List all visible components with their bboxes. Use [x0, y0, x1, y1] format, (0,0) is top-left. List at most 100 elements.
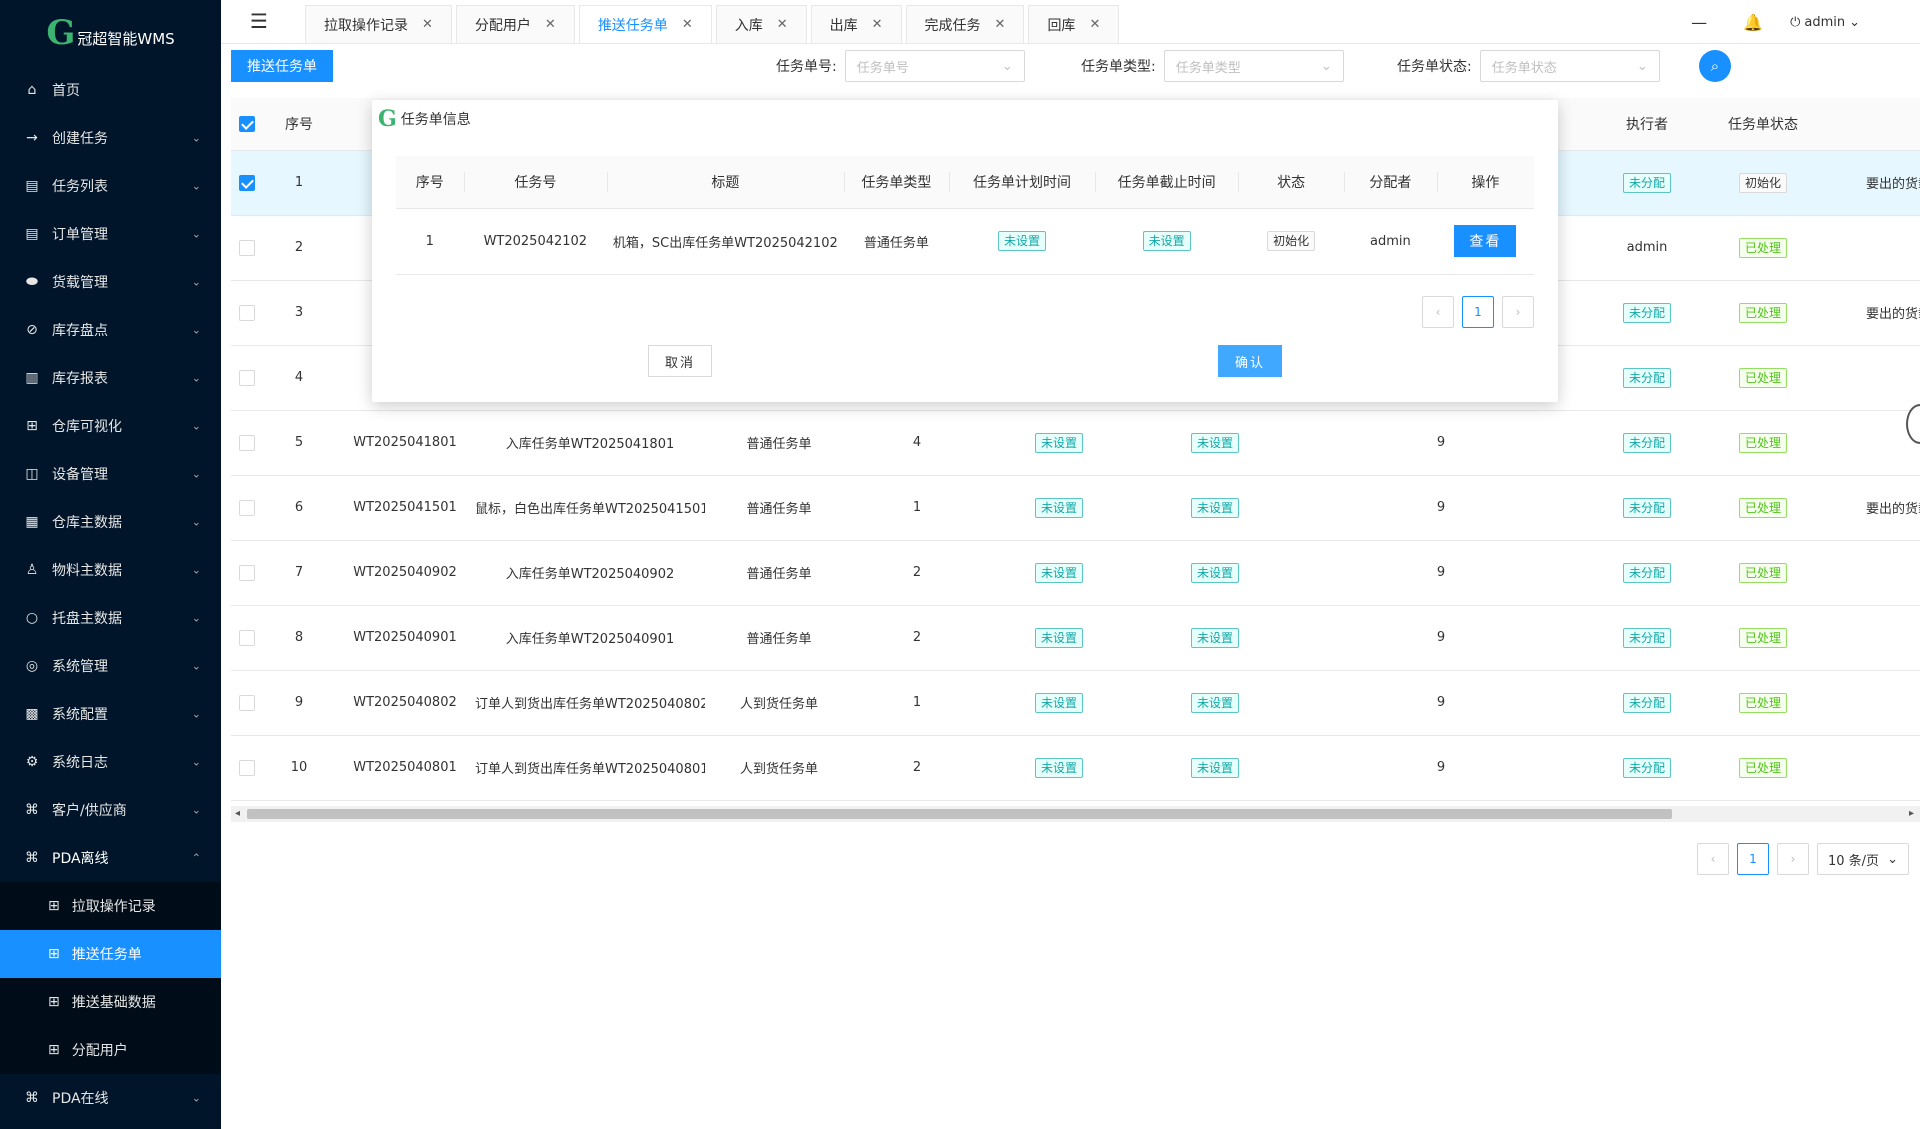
sidebar-item[interactable]: ⌂ 首页: [0, 66, 221, 114]
sidebar-subitem[interactable]: ⊞ 分配用户: [0, 1026, 221, 1074]
cell-seq: 1: [263, 150, 335, 216]
row-select-cell[interactable]: [231, 475, 263, 541]
sidebar-item[interactable]: ⌘ PDA在线 ⌄: [0, 1074, 221, 1122]
scroll-right-icon[interactable]: ▸: [1909, 806, 1914, 822]
select-all-cell[interactable]: [231, 98, 263, 151]
task-type-placeholder: 任务单类型: [1175, 60, 1241, 76]
grid-icon: ⊞: [48, 946, 60, 962]
sidebar-item[interactable]: ⬬ 货载管理 ⌄: [0, 258, 221, 306]
close-icon[interactable]: ✕: [872, 17, 883, 32]
tab-item[interactable]: 出库 ✕: [810, 5, 902, 43]
row-select-cell[interactable]: [231, 150, 263, 216]
horizontal-scrollbar[interactable]: ◂ ▸: [231, 806, 1920, 822]
prev-page-button[interactable]: ‹: [1697, 843, 1729, 875]
cell-remark: 未: [1821, 540, 1920, 606]
close-icon[interactable]: ✕: [995, 17, 1006, 32]
row-checkbox[interactable]: [239, 174, 255, 191]
next-page-button[interactable]: ›: [1777, 843, 1809, 875]
close-icon[interactable]: ✕: [1089, 17, 1100, 32]
close-icon[interactable]: ✕: [777, 17, 788, 32]
bell-icon[interactable]: 🔔: [1726, 0, 1780, 44]
deadline-tag: 未设置: [1142, 231, 1191, 251]
task-type-select[interactable]: 任务单类型 ⌄: [1163, 50, 1344, 82]
next-page-button[interactable]: ›: [1502, 296, 1534, 328]
close-icon[interactable]: ✕: [422, 17, 433, 32]
search-button[interactable]: ⌕: [1699, 50, 1731, 82]
tab-item[interactable]: 入库 ✕: [715, 5, 807, 43]
row-checkbox[interactable]: [239, 434, 255, 451]
row-select-cell[interactable]: [231, 280, 263, 346]
row-checkbox[interactable]: [239, 239, 255, 256]
row-select-cell[interactable]: [231, 670, 263, 736]
cancel-button[interactable]: 取消: [648, 345, 712, 377]
sidebar-item[interactable]: ▥ 库存报表 ⌄: [0, 354, 221, 402]
sidebar-item[interactable]: ⚙ 系统日志 ⌄: [0, 738, 221, 786]
confirm-button[interactable]: 确认: [1218, 345, 1282, 377]
row-select-cell[interactable]: [231, 215, 263, 281]
sidebar-subitem[interactable]: ⊞ 推送基础数据: [0, 978, 221, 1026]
tab-item[interactable]: 拉取操作记录 ✕: [305, 5, 452, 43]
sidebar-item[interactable]: ▤ 任务列表 ⌄: [0, 162, 221, 210]
sidebar-item[interactable]: ⌘ PDA离线 ⌃: [0, 834, 221, 882]
cell-remark: 未: [1821, 410, 1920, 476]
sidebar-subitem[interactable]: ⊞ 拉取操作记录: [0, 882, 221, 930]
cell-title: 机箱，SC出库任务单WT2025042102: [607, 208, 844, 275]
row-checkbox[interactable]: [239, 759, 255, 776]
sidebar-item[interactable]: ⊞ 仓库可视化 ⌄: [0, 402, 221, 450]
table-row[interactable]: 5 WT2025041801 入库任务单WT2025041801 普通任务单 4 未设置 未…: [231, 410, 1920, 476]
plan-tag: 未设置: [1034, 627, 1083, 648]
row-checkbox[interactable]: [239, 499, 255, 516]
row-select-cell[interactable]: [231, 735, 263, 801]
row-checkbox[interactable]: [239, 369, 255, 386]
page-number[interactable]: 1: [1462, 296, 1494, 328]
sidebar-subitem[interactable]: ⊞ 推送任务单: [0, 930, 221, 978]
sidebar-item[interactable]: ⊘ 库存盘点 ⌄: [0, 306, 221, 354]
tab-item[interactable]: 完成任务 ✕: [905, 5, 1025, 43]
view-button[interactable]: 查看: [1454, 225, 1517, 257]
table-row[interactable]: 10 WT2025040801 订单人到货出库任务单WT2025040801 人到货任…: [231, 735, 1920, 801]
table-row[interactable]: 8 WT2025040901 入库任务单WT2025040901 普通任务单 2 未设置 未…: [231, 605, 1920, 671]
row-select-cell[interactable]: [231, 345, 263, 411]
sidebar-item[interactable]: → 创建任务 ⌄: [0, 114, 221, 162]
sidebar-item[interactable]: ○ 托盘主数据 ⌄: [0, 594, 221, 642]
row-select-cell[interactable]: [231, 605, 263, 671]
menu-collapse-icon[interactable]: ☰: [237, 0, 281, 43]
table-row[interactable]: 6 WT2025041501 鼠标，白色出库任务单WT2025041501 普通任务单…: [231, 475, 1920, 541]
row-checkbox[interactable]: [239, 629, 255, 646]
sidebar-item[interactable]: ♙ 物料主数据 ⌄: [0, 546, 221, 594]
modal-col-header: 任务单计划时间: [949, 156, 1095, 209]
prev-page-button[interactable]: ‹: [1422, 296, 1454, 328]
row-select-cell[interactable]: [231, 540, 263, 606]
task-status-select[interactable]: 任务单状态 ⌄: [1479, 50, 1660, 82]
sidebar-item[interactable]: ⌘ 客户/供应商 ⌄: [0, 786, 221, 834]
page-number[interactable]: 1: [1737, 843, 1769, 875]
table-row[interactable]: 7 WT2025040902 入库任务单WT2025040902 普通任务单 2 未设置 未…: [231, 540, 1920, 606]
task-no-input[interactable]: 任务单号 ⌄: [844, 50, 1025, 82]
scroll-left-icon[interactable]: ◂: [235, 806, 240, 822]
user-menu[interactable]: ⏻ admin ⌄: [1780, 15, 1920, 30]
select-all-checkbox[interactable]: [239, 115, 255, 132]
row-checkbox[interactable]: [239, 304, 255, 321]
minimize-icon[interactable]: —: [1672, 0, 1726, 44]
push-task-button[interactable]: 推送任务单: [231, 50, 333, 82]
col-executor: 执行者: [1589, 98, 1705, 151]
sidebar-item[interactable]: ◎ 系统管理 ⌄: [0, 642, 221, 690]
close-icon[interactable]: ✕: [545, 17, 556, 32]
tab-item[interactable]: 回库 ✕: [1028, 5, 1120, 43]
row-checkbox[interactable]: [239, 694, 255, 711]
table-row[interactable]: 9 WT2025040802 订单人到货出库任务单WT2025040802 人到货任务…: [231, 670, 1920, 736]
scrollbar-thumb[interactable]: [247, 809, 1672, 819]
cargo-icon: ⬬: [26, 274, 38, 290]
cell-plan: 未设置: [981, 605, 1137, 671]
page-size-select[interactable]: 10 条/页 ⌄: [1817, 843, 1909, 875]
tab-item[interactable]: 分配用户 ✕: [455, 5, 575, 43]
cell-seq: 4: [263, 345, 335, 411]
sidebar-item[interactable]: ▤ 订单管理 ⌄: [0, 210, 221, 258]
tab-item[interactable]: 推送任务单 ✕: [578, 5, 712, 43]
sidebar-item[interactable]: ◫ 设备管理 ⌄: [0, 450, 221, 498]
row-select-cell[interactable]: [231, 410, 263, 476]
sidebar-item[interactable]: ▩ 系统配置 ⌄: [0, 690, 221, 738]
row-checkbox[interactable]: [239, 564, 255, 581]
sidebar-item[interactable]: ▦ 仓库主数据 ⌄: [0, 498, 221, 546]
close-icon[interactable]: ✕: [682, 17, 693, 32]
